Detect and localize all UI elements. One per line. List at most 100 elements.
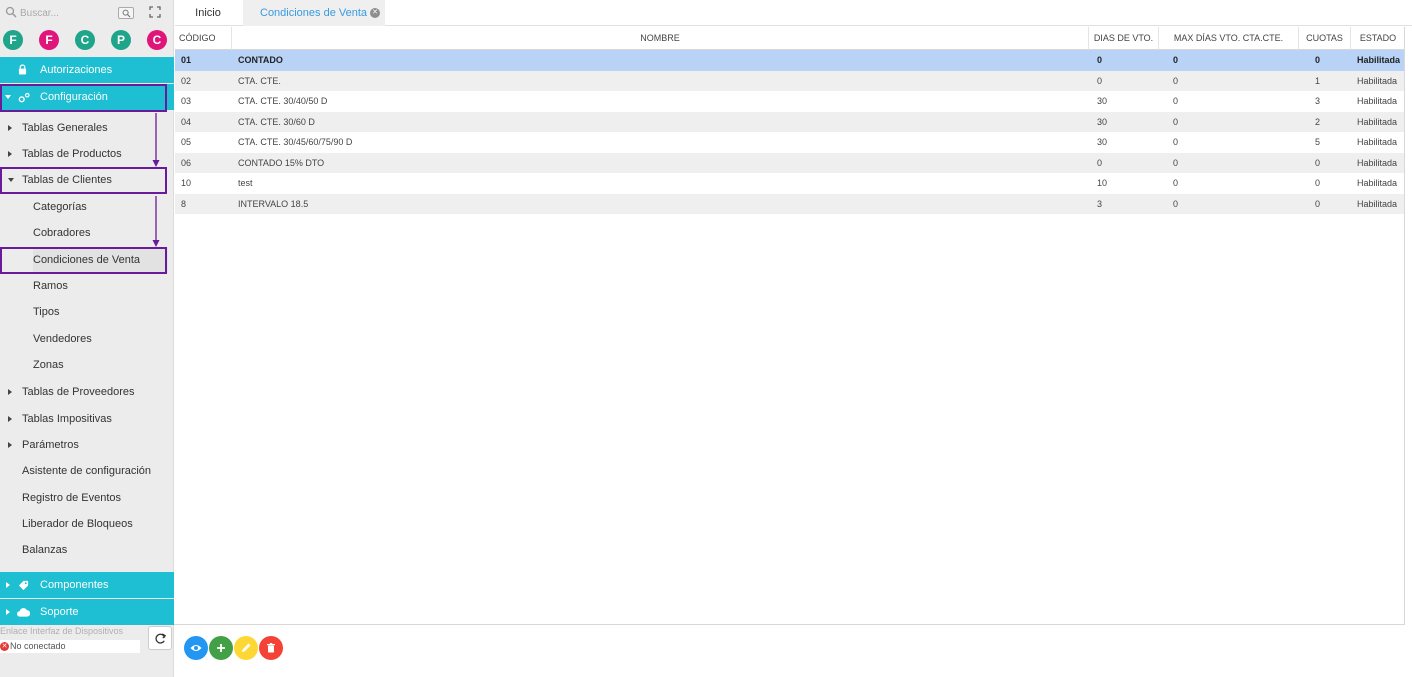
cell-dias: 30: [1097, 116, 1108, 127]
fullscreen-icon[interactable]: [149, 6, 161, 18]
cell-max-dias: 0: [1173, 178, 1179, 188]
chevron-right-icon: [6, 609, 10, 615]
cell-nombre: CTA. CTE.: [238, 75, 281, 86]
table-row[interactable]: 10 test 10 0 0 Habilitada: [175, 173, 1405, 194]
cell-estado: Habilitada: [1357, 75, 1398, 86]
column-header-estado[interactable]: ESTADO: [1351, 27, 1405, 50]
eye-icon: [190, 645, 202, 651]
column-header-codigo[interactable]: CÓDIGO: [175, 27, 232, 50]
sidebar-item-tablas-clientes[interactable]: Tablas de Clientes: [0, 167, 174, 193]
device-link-panel: Enlace Interfaz de Dispositivos ✕ No con…: [0, 626, 174, 654]
chevron-right-icon: [6, 582, 10, 588]
sidebar-item-parametros[interactable]: Parámetros: [0, 432, 174, 458]
cell-max-dias: 0: [1173, 116, 1179, 127]
search-input[interactable]: [20, 4, 90, 22]
menu-componentes[interactable]: Componentes: [0, 572, 174, 598]
sidebar-item-liberador-bloqueos[interactable]: Liberador de Bloqueos: [0, 511, 174, 537]
cell-codigo: 8: [181, 198, 187, 209]
sidebar-item-vendedores[interactable]: Vendedores: [33, 326, 92, 352]
sidebar-item-registro-eventos[interactable]: Registro de Eventos: [0, 485, 174, 511]
menu-autorizaciones[interactable]: Autorizaciones: [0, 57, 174, 83]
sidebar-item-categorias[interactable]: Categorías: [33, 194, 87, 220]
sidebar-item-label: Tablas de Clientes: [22, 174, 112, 186]
cell-estado: Habilitada: [1357, 96, 1398, 106]
cell-cuotas: 1: [1315, 75, 1321, 86]
sidebar-item-label: Registro de Eventos: [22, 492, 122, 504]
edit-button[interactable]: [234, 636, 258, 660]
search-icon: [5, 6, 17, 18]
refresh-button[interactable]: [148, 626, 172, 650]
cell-estado: Habilitada: [1357, 178, 1398, 188]
sidebar-item-label: Parámetros: [22, 439, 79, 451]
avatar[interactable]: C: [147, 30, 167, 50]
sidebar-item-ramos[interactable]: Ramos: [33, 273, 68, 299]
cell-dias: 30: [1097, 137, 1108, 147]
cell-nombre: CTA. CTE. 30/40/50 D: [238, 96, 328, 106]
sidebar-item-tablas-generales[interactable]: Tablas Generales: [0, 115, 174, 141]
cell-nombre: CTA. CTE. 30/45/60/75/90 D: [238, 137, 353, 147]
cell-cuotas: 0: [1315, 55, 1321, 65]
tab-inicio[interactable]: Inicio: [175, 0, 241, 26]
chevron-right-icon: [8, 442, 12, 448]
sidebar-item-tablas-proveedores[interactable]: Tablas de Proveedores: [0, 379, 174, 405]
cell-dias: 0: [1097, 75, 1103, 86]
view-button[interactable]: [184, 636, 208, 660]
sidebar-item-condiciones-venta[interactable]: Condiciones de Venta: [33, 247, 168, 273]
sidebar-item-label: Asistente de configuración: [22, 465, 152, 477]
cell-max-dias: 0: [1173, 96, 1179, 106]
cell-max-dias: 0: [1173, 137, 1179, 147]
sidebar-item-label: Liberador de Bloqueos: [22, 518, 133, 530]
table-row[interactable]: 8 INTERVALO 18.5 3 0 0 Habilitada: [175, 193, 1405, 214]
cell-estado: Habilitada: [1357, 137, 1398, 147]
column-header-dias-vto[interactable]: DIAS DE VTO.: [1089, 27, 1159, 50]
cell-dias: 30: [1097, 96, 1108, 106]
avatar[interactable]: F: [3, 30, 23, 50]
cell-dias: 0: [1097, 55, 1103, 65]
column-header-max-dias[interactable]: MAX DÍAS VTO. CTA.CTE.: [1159, 27, 1299, 50]
device-status: ✕ No conectado: [0, 640, 140, 653]
sidebar-item-tablas-impositivas[interactable]: Tablas Impositivas: [0, 406, 174, 432]
search-button[interactable]: [118, 7, 134, 19]
table-row[interactable]: 06 CONTADO 15% DTO 0 0 0 Habilitada: [175, 152, 1405, 173]
cell-estado: Habilitada: [1357, 198, 1398, 209]
cell-cuotas: 0: [1315, 198, 1321, 209]
sidebar-item-tablas-productos[interactable]: Tablas de Productos: [0, 141, 174, 167]
avatar[interactable]: F: [39, 30, 59, 50]
delete-button[interactable]: [259, 636, 283, 660]
menu-autorizaciones-label: Autorizaciones: [40, 64, 113, 76]
sidebar-item-tipos[interactable]: Tipos: [33, 299, 60, 325]
add-button[interactable]: [209, 636, 233, 660]
table-row[interactable]: 03 CTA. CTE. 30/40/50 D 30 0 3 Habilitada: [175, 91, 1405, 112]
cell-cuotas: 0: [1315, 178, 1321, 188]
table-header: CÓDIGO NOMBRE DIAS DE VTO. MAX DÍAS VTO.…: [175, 27, 1405, 50]
column-header-cuotas[interactable]: CUOTAS: [1299, 27, 1351, 50]
cell-max-dias: 0: [1173, 198, 1179, 209]
sidebar-item-zonas[interactable]: Zonas: [33, 352, 64, 378]
sidebar-item-cobradores[interactable]: Cobradores: [33, 220, 90, 246]
chevron-down-icon: [5, 95, 11, 99]
refresh-icon: [155, 633, 167, 644]
menu-configuracion[interactable]: Configuración: [0, 84, 174, 110]
sidebar-item-asistente[interactable]: Asistente de configuración: [0, 458, 174, 484]
table-row[interactable]: 01 CONTADO 0 0 0 Habilitada: [175, 50, 1405, 71]
search-bar: [0, 0, 174, 26]
menu-soporte[interactable]: Soporte: [0, 599, 174, 625]
cell-codigo: 10: [181, 178, 192, 188]
cell-codigo: 06: [181, 157, 192, 168]
sidebar-item-balanzas[interactable]: Balanzas: [0, 537, 174, 563]
error-icon: ✕: [0, 642, 9, 651]
tab-condiciones-venta[interactable]: Condiciones de Venta ✕: [243, 0, 385, 26]
chevron-down-icon: [8, 178, 14, 182]
table-row[interactable]: 05 CTA. CTE. 30/45/60/75/90 D 30 0 5 Habilita…: [175, 132, 1405, 153]
close-icon[interactable]: ✕: [370, 8, 380, 18]
avatar[interactable]: C: [75, 30, 95, 50]
lock-icon: [18, 64, 27, 75]
table-row[interactable]: 02 CTA. CTE. 0 0 1 Habilitada: [175, 70, 1405, 91]
cell-dias: 10: [1097, 178, 1108, 188]
avatar[interactable]: P: [111, 30, 131, 50]
column-header-nombre[interactable]: NOMBRE: [232, 27, 1089, 50]
chevron-right-icon: [8, 151, 12, 157]
cell-max-dias: 0: [1173, 75, 1179, 86]
cell-codigo: 04: [181, 116, 192, 127]
table-row[interactable]: 04 CTA. CTE. 30/60 D 30 0 2 Habilitada: [175, 111, 1405, 132]
